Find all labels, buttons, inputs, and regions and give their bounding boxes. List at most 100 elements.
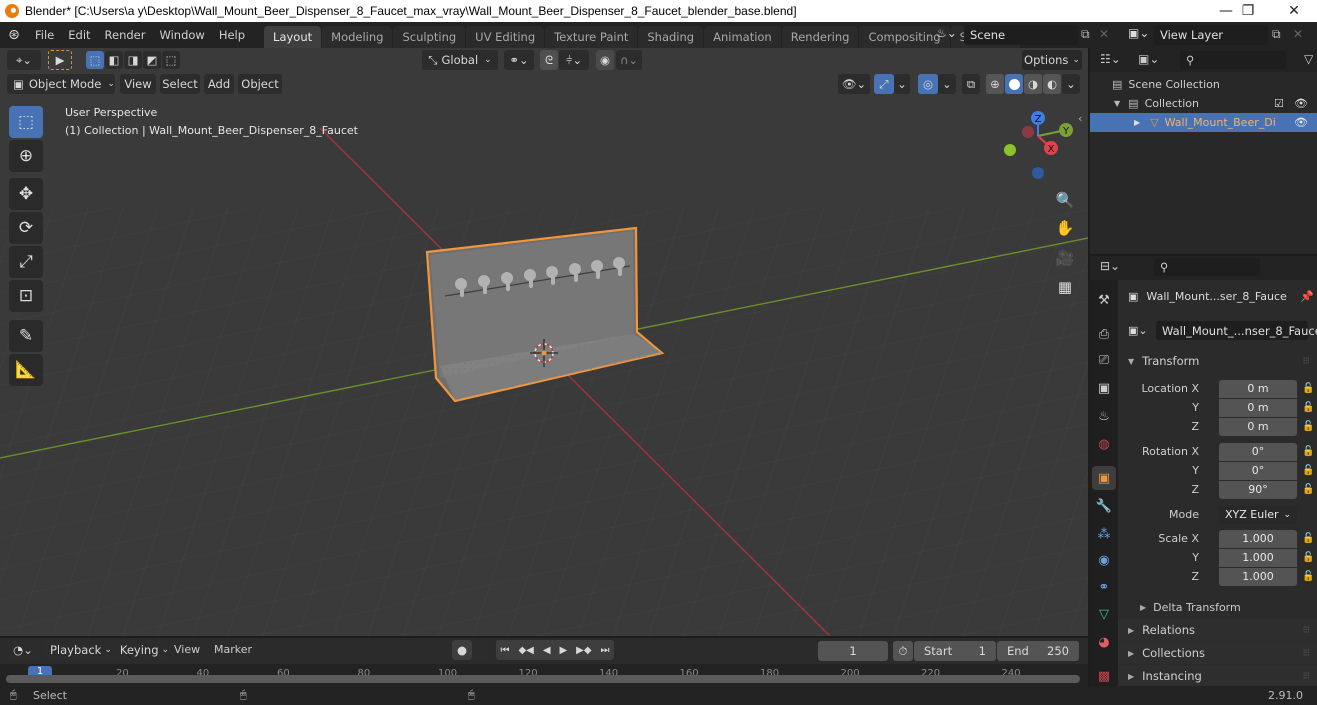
play-icon[interactable]: ▶ [559, 645, 567, 656]
relations-panel-header[interactable]: ▶ Relations ⁝⁝⁝ [1118, 619, 1317, 641]
gizmo-toggle-icon[interactable]: ⤢ [874, 74, 894, 94]
menu-window[interactable]: Window [152, 22, 211, 48]
expand-arrow-icon[interactable]: ▼ [1114, 99, 1120, 108]
next-keyframe-icon[interactable]: ▶◆ [576, 645, 591, 656]
filter-icon[interactable]: ▽ [1304, 52, 1313, 66]
shading-solid-icon[interactable] [1005, 74, 1023, 94]
shading-material-icon[interactable]: ◑ [1024, 74, 1042, 94]
menu-view[interactable]: View [174, 643, 200, 656]
texture-icon[interactable]: ▩ [1092, 664, 1116, 688]
lock-icon[interactable]: 🔓 [1302, 465, 1314, 476]
jump-end-icon[interactable]: ⏭ [601, 645, 610, 656]
shading-wireframe-icon[interactable]: ⊕ [986, 74, 1004, 94]
instancing-panel-header[interactable]: ▶ Instancing ⁝⁝⁝ [1118, 665, 1317, 687]
outliner-search-input[interactable]: ⚲ [1180, 51, 1286, 69]
location-y-field[interactable]: 0 m [1219, 398, 1297, 417]
pivot-point-icon[interactable]: ⚭⌄ [504, 50, 534, 70]
menu-marker[interactable]: Marker [214, 643, 252, 656]
view-layer-filter-icon[interactable]: ▣⌄ [1138, 52, 1159, 66]
new-scene-icon[interactable]: ⧉ [1081, 27, 1090, 42]
move-icon[interactable]: ✥ [9, 178, 43, 210]
menu-playback[interactable]: Playback [50, 643, 101, 657]
physics-icon[interactable]: ◉ [1092, 548, 1116, 572]
editor-type-icon[interactable]: ⊟⌄ [1100, 259, 1120, 273]
rotation-y-field[interactable]: 0° [1219, 461, 1297, 480]
delta-transform-subpanel[interactable]: ▶ Delta Transform [1118, 598, 1317, 617]
outliner-item-object[interactable]: ▶ ▽ Wall_Mount_Beer_Di 👁 [1090, 113, 1317, 132]
delete-view-layer-icon[interactable]: ✕ [1293, 27, 1303, 41]
visibility-icon[interactable]: 👁⌄ [838, 74, 870, 94]
location-x-field[interactable]: 0 m [1219, 379, 1297, 398]
expand-arrow-icon[interactable]: ▶ [1134, 118, 1140, 127]
tab-modeling[interactable]: Modeling [322, 26, 393, 48]
3d-viewport[interactable]: ⌖⌄ ▶ ⬚ ◧ ◨ ◩ ⬚ ⤡ Global ⌄ ⚭⌄ ᘓ ⫩⌄ ◉ ∩⌄ O… [0, 48, 1088, 636]
lock-icon[interactable]: 🔓 [1302, 484, 1314, 495]
scale-y-field[interactable]: 1.000 [1219, 548, 1297, 567]
pin-icon[interactable]: 📌 [1300, 290, 1314, 303]
data-icon[interactable]: ▽ [1092, 602, 1116, 626]
snap-target-icon[interactable]: ⫩⌄ [559, 50, 589, 70]
particles-icon[interactable]: ⁂ [1092, 522, 1116, 546]
drag-handle-icon[interactable]: ⁝⁝⁝ [1302, 356, 1309, 367]
menu-render[interactable]: Render [98, 22, 153, 48]
overlays-toggle-icon[interactable]: ◎ [918, 74, 938, 94]
menu-help[interactable]: Help [212, 22, 252, 48]
close-button[interactable]: ✕ [1271, 0, 1317, 22]
record-button[interactable]: ● [452, 640, 472, 660]
current-frame-field[interactable]: 1 [818, 641, 888, 661]
scene-selector-icon[interactable]: ♨⌄ [936, 26, 964, 44]
tab-animation[interactable]: Animation [704, 26, 781, 48]
select-box-icon[interactable]: ⬚ [9, 106, 43, 138]
tab-layout[interactable]: Layout [264, 26, 322, 48]
drag-handle-icon[interactable]: ⁝⁝⁝ [1302, 671, 1309, 682]
material-icon[interactable]: ◕ [1092, 630, 1116, 654]
snap-toggle-icon[interactable]: ᘓ [540, 50, 558, 70]
view-layer-selector-icon[interactable]: ▣⌄ [1128, 26, 1149, 40]
tab-rendering[interactable]: Rendering [781, 26, 859, 48]
object-name-field[interactable]: Wall_Mount_...nser_8_Faucet [1156, 321, 1317, 340]
outliner-item-collection[interactable]: ▼ ▤ Collection ☑ 👁 [1090, 94, 1317, 113]
overlays-dropdown-icon[interactable]: ⌄ [938, 74, 956, 94]
end-frame-field[interactable]: End 250 [997, 641, 1079, 661]
menu-keying[interactable]: Keying [120, 643, 159, 657]
stopwatch-icon[interactable]: ⏱ [893, 641, 913, 661]
measure-icon[interactable]: 📐 [9, 354, 43, 386]
menu-view[interactable]: View [120, 74, 156, 94]
tab-sculpting[interactable]: Sculpting [393, 26, 466, 48]
transform-panel-header[interactable]: ▼ Transform ⁝⁝⁝ [1118, 350, 1317, 372]
xray-toggle-icon[interactable]: ⧉ [962, 74, 980, 94]
timeline-scrollbar[interactable] [6, 675, 1080, 683]
exclude-checkbox[interactable]: ☑ [1274, 97, 1284, 110]
select-mode-extend-icon[interactable]: ◧ [105, 51, 123, 69]
scale-icon[interactable]: ⤢ [9, 246, 43, 278]
scene-name-field[interactable]: Scene [964, 25, 1078, 45]
select-mode-new-icon[interactable]: ⬚ [86, 51, 104, 69]
lock-icon[interactable]: 🔓 [1302, 383, 1314, 394]
start-frame-field[interactable]: Start 1 [914, 641, 996, 661]
lock-icon[interactable]: 🔓 [1302, 533, 1314, 544]
eye-icon[interactable]: 👁 [1294, 116, 1308, 129]
shading-rendered-icon[interactable]: ◐ [1043, 74, 1061, 94]
location-z-field[interactable]: 0 m [1219, 417, 1297, 436]
menu-add[interactable]: Add [204, 74, 234, 94]
proportional-falloff-icon[interactable]: ∩⌄ [616, 50, 642, 70]
blender-menu-icon[interactable]: ⊛ [0, 27, 28, 43]
drag-handle-icon[interactable]: ⁝⁝⁝ [1302, 648, 1309, 659]
object-type-icon[interactable]: ▣⌄ [1128, 324, 1148, 337]
rotation-z-field[interactable]: 90° [1219, 480, 1297, 499]
eye-icon[interactable]: 👁 [1294, 97, 1308, 110]
view-layer-icon[interactable]: ▣ [1092, 376, 1116, 400]
outliner-item-scene-collection[interactable]: ▤ Scene Collection [1090, 75, 1317, 94]
select-mode-subtract-icon[interactable]: ◨ [124, 51, 142, 69]
collections-panel-header[interactable]: ▶ Collections ⁝⁝⁝ [1118, 642, 1317, 664]
lock-icon[interactable]: 🔓 [1302, 446, 1314, 457]
transform-orientation-dropdown[interactable]: ⤡ Global ⌄ [422, 50, 498, 70]
lock-icon[interactable]: 🔓 [1302, 571, 1314, 582]
jump-start-icon[interactable]: ⏮ [500, 645, 509, 656]
lock-icon[interactable]: 🔓 [1302, 552, 1314, 563]
render-icon[interactable]: ⎙ [1092, 322, 1116, 346]
lock-icon[interactable]: 🔓 [1302, 421, 1314, 432]
gizmo-neg-y[interactable] [1004, 144, 1016, 156]
annotate-icon[interactable]: ✎ [9, 320, 43, 352]
delete-scene-icon[interactable]: ✕ [1099, 27, 1109, 41]
